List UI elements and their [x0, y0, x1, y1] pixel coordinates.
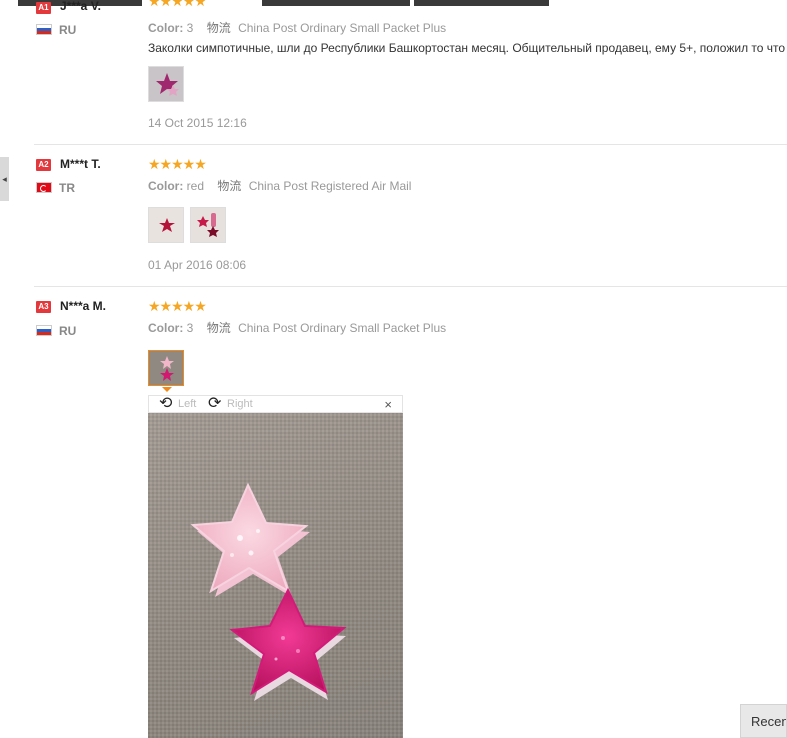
- russia-flag-icon: [36, 24, 52, 35]
- buyer-country: TR: [59, 181, 75, 195]
- buyer-name: N***a M.: [60, 299, 107, 313]
- color-value: 3: [186, 21, 194, 35]
- shipping-label: 物流: [217, 179, 242, 193]
- rating-stars: ★★★★★: [148, 0, 207, 9]
- review-photo-thumbnail[interactable]: [148, 207, 184, 243]
- buyer-name: M***t T.: [60, 157, 101, 171]
- order-info: Color: red 物流 China Post Registered Air …: [148, 177, 411, 194]
- buyer-rank-badge: A1: [36, 2, 51, 14]
- turkey-flag-icon: [36, 182, 52, 193]
- color-value: 3: [186, 321, 194, 335]
- feedback-text: Заколки симпотичные, шли до Республики Б…: [148, 41, 786, 55]
- buyer-rank-badge: A3: [36, 301, 51, 313]
- shipping-label: 物流: [206, 21, 231, 35]
- buyer-country: RU: [59, 23, 77, 37]
- recent-tab[interactable]: Recen: [740, 704, 787, 738]
- russia-flag-icon: [36, 325, 52, 336]
- review-item: A2 M***t T. TR ★★★★★ Color: red 物流 China…: [34, 145, 787, 286]
- rotate-right-icon[interactable]: ⟳: [208, 396, 221, 412]
- color-label: Color:: [148, 179, 184, 193]
- selected-thumbnail-pointer-icon: [162, 387, 172, 392]
- rating-stars: ★★★★★: [148, 156, 207, 172]
- review-photo-thumbnail-selected[interactable]: [148, 350, 184, 386]
- collapse-left-button[interactable]: ◂: [0, 157, 9, 201]
- shipping-value: China Post Ordinary Small Packet Plus: [238, 21, 447, 35]
- close-icon[interactable]: ×: [384, 397, 392, 412]
- review-photo-thumbnail[interactable]: [148, 66, 184, 102]
- rotate-left-button[interactable]: Left: [178, 398, 196, 410]
- review-photo-enlarged: [148, 413, 403, 738]
- shipping-label: 物流: [206, 321, 231, 335]
- image-viewer-toolbar: ⟲ Left ⟳ Right ×: [148, 395, 403, 413]
- color-label: Color:: [148, 321, 184, 335]
- color-value: red: [186, 179, 205, 193]
- rotate-right-button[interactable]: Right: [227, 398, 253, 410]
- review-date: 14 Oct 2015 12:16: [148, 116, 247, 130]
- shipping-value: China Post Ordinary Small Packet Plus: [238, 321, 447, 335]
- rotate-left-icon[interactable]: ⟲: [159, 396, 172, 412]
- rating-stars: ★★★★★: [148, 298, 207, 314]
- buyer-name: J***a V.: [60, 0, 101, 13]
- buyer-country: RU: [59, 324, 77, 338]
- color-label: Color:: [148, 21, 184, 35]
- shipping-value: China Post Registered Air Mail: [248, 179, 412, 193]
- order-info: Color: 3 物流 China Post Ordinary Small Pa…: [148, 19, 446, 36]
- review-date: 01 Apr 2016 08:06: [148, 258, 247, 272]
- review-item: A3 N***a M. RU ★★★★★ Color: 3 物流 China P…: [34, 287, 787, 738]
- buyer-rank-badge: A2: [36, 159, 51, 171]
- review-photo-thumbnail[interactable]: [190, 207, 226, 243]
- order-info: Color: 3 物流 China Post Ordinary Small Pa…: [148, 319, 446, 336]
- review-item: A1 J***a V. RU ★★★★★ Color: 3 物流 China P…: [34, 0, 787, 143]
